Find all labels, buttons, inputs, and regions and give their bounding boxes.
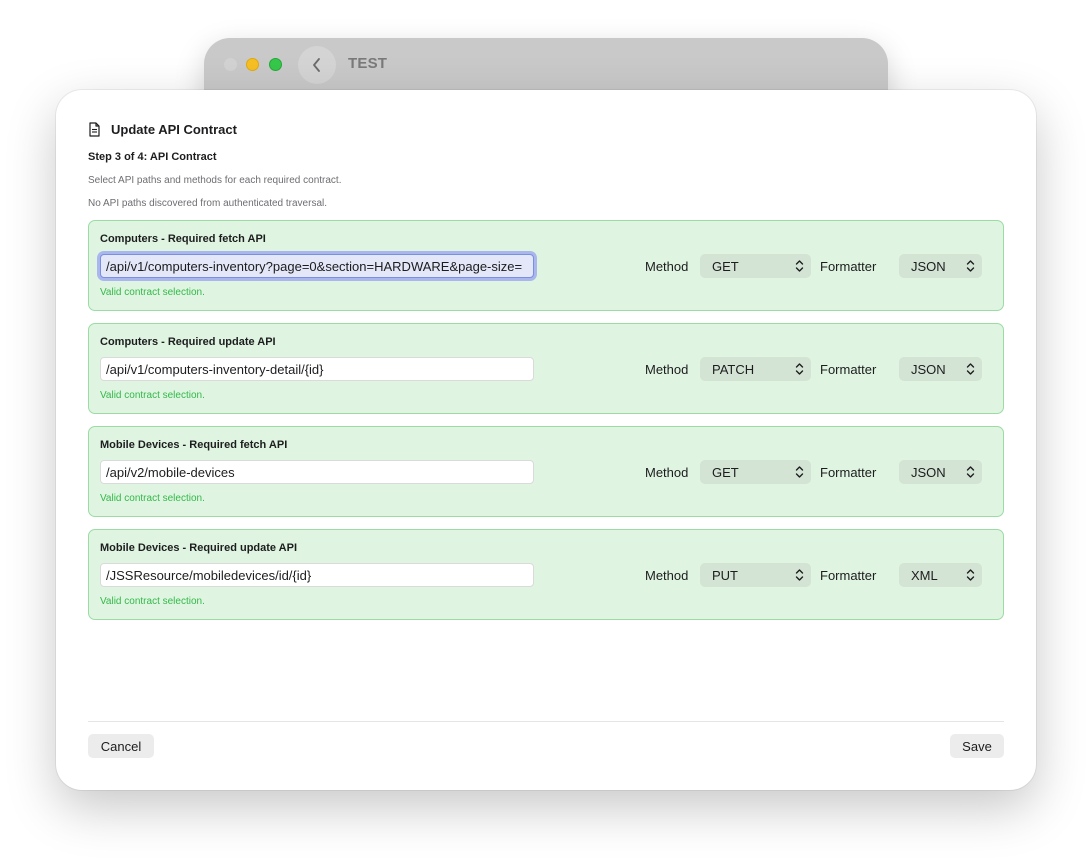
chevron-up-down-icon (966, 260, 975, 272)
method-label: Method (645, 465, 689, 480)
api-path-input[interactable] (100, 357, 534, 381)
method-label: Method (645, 568, 689, 583)
contract-title: Mobile Devices - Required fetch API (100, 439, 288, 451)
chevron-left-icon (313, 58, 320, 72)
method-select[interactable]: GET (700, 254, 811, 278)
chevron-up-down-icon (795, 569, 804, 581)
cancel-button[interactable]: Cancel (88, 734, 154, 758)
contract-card-computers-fetch: Computers - Required fetch API Method GE… (88, 220, 1004, 311)
validation-status: Valid contract selection. (100, 596, 205, 607)
formatter-value: JSON (911, 258, 946, 274)
contract-card-computers-update: Computers - Required update API Method P… (88, 323, 1004, 414)
footer-divider (88, 721, 1004, 722)
validation-status: Valid contract selection. (100, 287, 205, 298)
method-value: GET (712, 258, 739, 274)
method-select[interactable]: GET (700, 460, 811, 484)
formatter-select[interactable]: JSON (899, 460, 982, 484)
contract-title: Computers - Required fetch API (100, 233, 266, 245)
document-icon (89, 122, 100, 137)
method-select[interactable]: PATCH (700, 357, 811, 381)
method-label: Method (645, 362, 689, 377)
chevron-up-down-icon (795, 260, 804, 272)
contract-card-mobile-update: Mobile Devices - Required update API Met… (88, 529, 1004, 620)
formatter-value: JSON (911, 464, 946, 480)
api-path-input[interactable] (100, 254, 534, 278)
window-maximize-icon[interactable] (269, 58, 282, 71)
window-close-icon[interactable] (224, 58, 237, 71)
formatter-label: Formatter (820, 465, 877, 480)
sheet-header: Update API Contract (88, 122, 237, 137)
api-path-input[interactable] (100, 460, 534, 484)
formatter-select[interactable]: XML (899, 563, 982, 587)
formatter-label: Formatter (820, 259, 877, 274)
validation-status: Valid contract selection. (100, 493, 205, 504)
api-path-input[interactable] (100, 563, 534, 587)
formatter-label: Formatter (820, 568, 877, 583)
window-title: TEST (348, 55, 388, 72)
contract-title: Mobile Devices - Required update API (100, 542, 298, 554)
update-api-contract-sheet: Update API Contract Step 3 of 4: API Con… (56, 90, 1036, 790)
method-value: PATCH (712, 361, 755, 377)
chevron-up-down-icon (795, 363, 804, 375)
formatter-value: XML (911, 567, 938, 583)
formatter-select[interactable]: JSON (899, 357, 982, 381)
method-label: Method (645, 259, 689, 274)
formatter-label: Formatter (820, 362, 877, 377)
contract-card-mobile-fetch: Mobile Devices - Required fetch API Meth… (88, 426, 1004, 517)
contract-title: Computers - Required update API (100, 336, 276, 348)
step-indicator: Step 3 of 4: API Contract (88, 151, 217, 163)
sheet-title: Update API Contract (111, 122, 237, 137)
chevron-up-down-icon (966, 363, 975, 375)
validation-status: Valid contract selection. (100, 390, 205, 401)
formatter-value: JSON (911, 361, 946, 377)
chevron-up-down-icon (966, 569, 975, 581)
method-value: PUT (712, 567, 738, 583)
back-button[interactable] (298, 46, 336, 84)
save-button[interactable]: Save (950, 734, 1004, 758)
instruction-text: Select API paths and methods for each re… (88, 175, 342, 186)
contract-list: Computers - Required fetch API Method GE… (88, 220, 1004, 632)
formatter-select[interactable]: JSON (899, 254, 982, 278)
window-minimize-icon[interactable] (246, 58, 259, 71)
discovery-notice: No API paths discovered from authenticat… (88, 198, 328, 209)
method-select[interactable]: PUT (700, 563, 811, 587)
chevron-up-down-icon (966, 466, 975, 478)
method-value: GET (712, 464, 739, 480)
chevron-up-down-icon (795, 466, 804, 478)
